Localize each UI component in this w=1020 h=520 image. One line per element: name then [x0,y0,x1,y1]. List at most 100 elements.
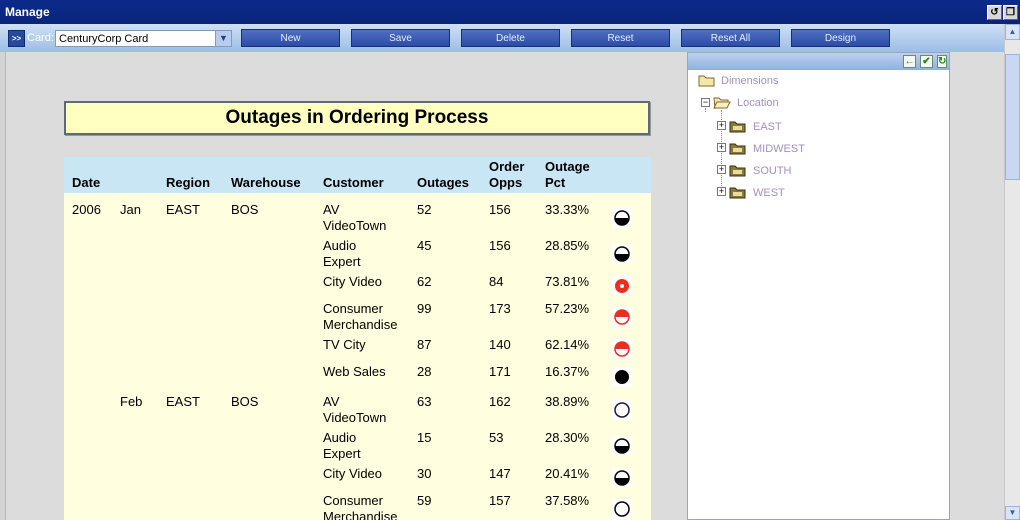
cell-outages: 15 [417,430,432,445]
cell-customer: TV City [323,337,366,352]
cell-customer: City Video [323,274,383,289]
table-row: Feb EAST BOS 63 162 38.89% AV VideoTown [64,392,651,428]
header-outage-pct-line2: Pct [545,175,566,190]
tree-node-region[interactable]: WEST [753,187,785,199]
toolbar: >> Card: CenturyCorp Card ▼ New Save Del… [0,24,1004,52]
status-indicator-icon [612,400,632,420]
cell-customer: VideoTown [323,218,387,233]
card-select[interactable]: CenturyCorp Card ▼ [55,30,232,47]
header-region: Region [166,175,211,190]
window-controls: ↺ ❐ [986,4,1018,20]
table-row: 87 140 62.14% TV City [64,335,651,362]
reset-button[interactable]: Reset [571,29,670,47]
report-title: Outages in Ordering Process [64,101,650,135]
cell-order-opps: 156 [489,238,511,253]
hierarchy-folder-icon [729,143,746,155]
header-date: Date [72,175,101,190]
cell-customer: City Video [323,466,383,481]
expand-icon[interactable]: + [717,165,726,174]
status-indicator-icon [612,208,632,228]
cell-order-opps: 171 [489,364,511,379]
tree-node-region[interactable]: MIDWEST [753,143,805,155]
table-row: 28 171 16.37% Web Sales [64,362,651,392]
cell-order-opps: 140 [489,337,511,352]
cell-customer: Audio [323,430,357,445]
cell-outages: 59 [417,493,432,508]
expand-icon[interactable]: + [717,121,726,130]
cell-outage-pct: 57.23% [545,301,590,316]
cell-order-opps: 162 [489,394,511,409]
cell-outages: 99 [417,301,432,316]
tree-root-dimensions[interactable]: Dimensions [721,75,778,87]
cell-outages: 63 [417,394,432,409]
cell-warehouse: BOS [231,394,259,409]
header-outages: Outages [417,175,470,190]
cell-customer: Consumer [323,301,383,316]
refresh-icon[interactable]: ↻ [937,55,947,68]
restore-window-icon[interactable]: ❐ [1003,5,1018,20]
scroll-down-icon[interactable]: ▼ [1005,506,1020,520]
cell-outage-pct: 73.81% [545,274,590,289]
cell-order-opps: 156 [489,202,511,217]
report-table: Date Region Warehouse Customer Outages O… [64,157,651,520]
scroll-up-icon[interactable]: ▲ [1005,24,1020,40]
cell-order-opps: 53 [489,430,504,445]
cell-outage-pct: 28.30% [545,430,590,445]
delete-button[interactable]: Delete [461,29,560,47]
cell-customer: AV [323,202,340,217]
cell-outages: 87 [417,337,432,352]
table-row: 45 156 28.85% Audio Expert [64,236,651,272]
table-row: 99 173 57.23% Consumer Merchandise [64,299,651,335]
status-indicator-icon [612,244,632,264]
cell-month: Jan [120,202,141,217]
expand-icon[interactable]: + [717,187,726,196]
arrow-left-icon[interactable]: ← [903,55,916,68]
cell-order-opps: 157 [489,493,511,508]
cell-outages: 45 [417,238,432,253]
table-row: 62 84 73.81% City Video [64,272,651,299]
design-button[interactable]: Design [791,29,890,47]
header-outage-pct-line1: Outage [545,159,590,174]
refresh-window-icon[interactable]: ↺ [987,5,1002,20]
check-icon[interactable]: ✔ [920,55,933,68]
cell-customer: Merchandise [323,509,398,520]
status-indicator-icon [612,436,632,456]
reset-all-button[interactable]: Reset All [681,29,780,47]
collapse-icon[interactable]: − [701,98,710,107]
cell-customer: Expert [323,254,361,269]
window-titlebar: Manage ↺ ❐ [0,0,1020,24]
header-order-opps-line2: Opps [489,175,523,190]
expand-button[interactable]: >> [8,30,25,47]
hierarchy-folder-icon [729,121,746,133]
header-warehouse: Warehouse [231,175,301,190]
panel-toolbar: ← ✔ ↻ [688,53,949,70]
cell-order-opps: 147 [489,466,511,481]
expand-icon[interactable]: + [717,143,726,152]
tree-node-region[interactable]: SOUTH [753,165,792,177]
card-select-value: CenturyCorp Card [59,33,149,45]
new-button[interactable]: New [241,29,340,47]
cell-outages: 52 [417,202,432,217]
chevron-down-icon[interactable]: ▼ [215,31,231,46]
table-row: 59 157 37.58% Consumer Merchandise [64,491,651,520]
status-indicator-icon [612,367,632,387]
left-strip [0,52,6,520]
card-label: Card: [27,32,54,44]
cell-outage-pct: 20.41% [545,466,590,481]
save-button[interactable]: Save [351,29,450,47]
vertical-scrollbar[interactable]: ▲ ▼ [1004,24,1020,520]
scroll-thumb[interactable] [1005,54,1020,180]
tree-node-region[interactable]: EAST [753,121,782,133]
cell-outage-pct: 62.14% [545,337,590,352]
cell-customer: AV [323,394,340,409]
cell-warehouse: BOS [231,202,259,217]
tree-node-location[interactable]: Location [737,97,779,109]
header-order-opps-line1: Order [489,159,525,174]
cell-outages: 30 [417,466,432,481]
cell-outages: 62 [417,274,432,289]
table-header: Date Region Warehouse Customer Outages O… [64,157,651,193]
header-customer: Customer [323,175,384,190]
status-indicator-icon [612,339,632,359]
hierarchy-folder-icon [729,165,746,177]
cell-customer: Audio [323,238,357,253]
